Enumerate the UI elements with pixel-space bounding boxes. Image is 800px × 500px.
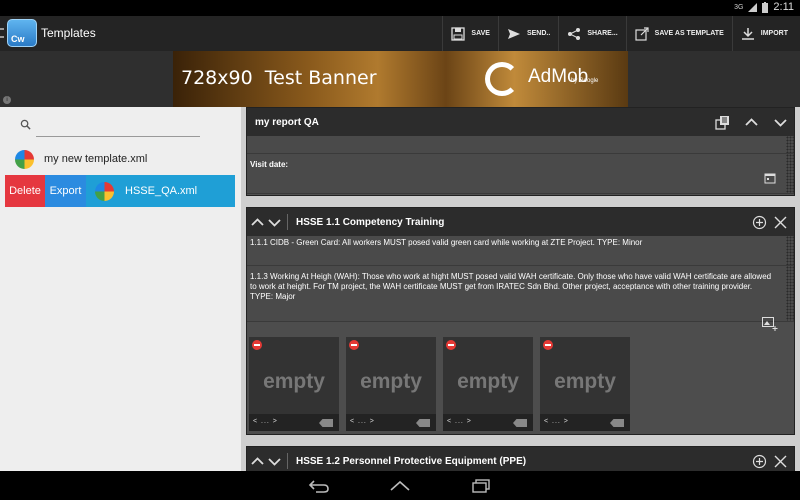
backspace-icon[interactable] xyxy=(416,419,430,427)
photo-placeholder: empty xyxy=(360,370,422,393)
photo-placeholder: empty xyxy=(554,370,616,393)
photo-nav[interactable]: < ... > xyxy=(544,418,569,425)
system-nav-bar xyxy=(0,471,800,500)
remove-photo-icon[interactable] xyxy=(543,340,553,350)
delete-button[interactable]: Delete xyxy=(5,175,45,207)
recent-apps-icon[interactable] xyxy=(470,478,492,494)
photo-caption: < ... > xyxy=(540,414,630,431)
add-circle-icon[interactable] xyxy=(752,454,767,469)
battery-icon xyxy=(762,1,769,13)
admob-logo-icon xyxy=(485,62,519,96)
section-title: HSSE 1.2 Personnel Protective Equipment … xyxy=(296,455,527,467)
section-title: HSSE 1.1 Competency Training xyxy=(296,216,445,228)
ad-area: 728x90 Test Banner AdMob by Google xyxy=(0,51,800,107)
section-card: HSSE 1.2 Personnel Protective Equipment … xyxy=(246,446,795,471)
import-button[interactable]: IMPORT xyxy=(731,16,796,51)
photo-nav[interactable]: < ... > xyxy=(447,418,472,425)
export-button[interactable]: Export xyxy=(45,175,86,207)
photo-strip: empty < ... > empty < ... > empty < ... … xyxy=(249,337,630,431)
list-item[interactable]: my new template.xml xyxy=(0,143,241,175)
drawer-indicator[interactable] xyxy=(0,28,4,38)
photo-nav[interactable]: < ... > xyxy=(253,418,278,425)
chevron-down-icon[interactable] xyxy=(268,455,281,468)
admob-brand-sub: by Google xyxy=(571,78,599,84)
chevron-up-icon[interactable] xyxy=(251,216,264,229)
export-icon xyxy=(635,26,649,41)
remove-photo-icon[interactable] xyxy=(446,340,456,350)
calendar-icon[interactable] xyxy=(764,172,776,184)
template-list-pane: my new template.xml Delete Export HSSE_Q… xyxy=(0,107,241,471)
photo-slot[interactable]: empty < ... > xyxy=(249,337,339,431)
report-editor-pane: my report QA Visit date: HSSE 1.1 Compet… xyxy=(241,107,800,471)
clock: 2:11 xyxy=(773,1,794,13)
file-name: my new template.xml xyxy=(44,153,148,165)
chevron-up-icon[interactable] xyxy=(744,115,759,130)
checklist-item[interactable]: 1.1.1 CIDB - Green Card: All workers MUS… xyxy=(247,236,794,266)
backspace-icon[interactable] xyxy=(610,419,624,427)
template-icon xyxy=(95,181,114,201)
photo-caption: < ... > xyxy=(443,414,533,431)
item-text: 1.1.1 CIDB - Green Card: All workers MUS… xyxy=(250,238,643,247)
photo-caption: < ... > xyxy=(346,414,436,431)
chevron-down-icon[interactable] xyxy=(773,115,788,130)
close-icon[interactable] xyxy=(773,454,788,469)
visit-date-label: Visit date: xyxy=(250,160,289,169)
report-title: my report QA xyxy=(255,116,319,128)
app-icon[interactable]: Cw xyxy=(7,19,37,47)
ad-info-icon[interactable]: i xyxy=(3,96,11,104)
search-input[interactable] xyxy=(36,117,200,137)
banner-text: 728x90 Test Banner xyxy=(181,67,377,89)
photo-placeholder: empty xyxy=(263,370,325,393)
photo-slot[interactable]: empty < ... > xyxy=(443,337,533,431)
report-header: my report QA xyxy=(247,108,794,136)
remove-photo-icon[interactable] xyxy=(252,340,262,350)
chevron-up-icon[interactable] xyxy=(251,455,264,468)
ad-banner[interactable]: 728x90 Test Banner AdMob by Google xyxy=(173,51,628,107)
list-item-swiped: Delete Export HSSE_QA.xml xyxy=(0,175,241,207)
template-icon xyxy=(15,149,34,169)
photo-placeholder: empty xyxy=(457,370,519,393)
section-header: HSSE 1.2 Personnel Protective Equipment … xyxy=(247,447,794,471)
admob-brand: AdMob xyxy=(528,66,589,87)
checklist-item[interactable]: 1.1.3 Working At Heigh (WAH): Those who … xyxy=(247,266,794,322)
status-bar: 3G 2:11 xyxy=(0,0,800,16)
add-image-icon[interactable] xyxy=(762,317,778,331)
action-buttons: SAVE SEND.. SHARE... SAVE AS TEMPLATE IM… xyxy=(442,16,796,51)
add-circle-icon[interactable] xyxy=(752,215,767,230)
action-bar: Cw Templates SAVE SEND.. SHARE... SAVE A… xyxy=(0,16,800,51)
send-icon xyxy=(507,28,520,39)
photo-nav[interactable]: < ... > xyxy=(350,418,375,425)
list-item[interactable]: HSSE_QA.xml xyxy=(86,175,235,207)
photo-slot[interactable]: empty < ... > xyxy=(346,337,436,431)
download-icon xyxy=(741,27,754,40)
backspace-icon[interactable] xyxy=(319,419,333,427)
photo-slot[interactable]: empty < ... > xyxy=(540,337,630,431)
share-icon xyxy=(568,27,581,40)
file-name: HSSE_QA.xml xyxy=(125,185,198,197)
backspace-icon[interactable] xyxy=(513,419,527,427)
photo-caption: < ... > xyxy=(249,414,339,431)
chevron-down-icon[interactable] xyxy=(268,216,281,229)
network-type: 3G xyxy=(734,3,744,11)
report-field[interactable] xyxy=(247,136,794,154)
signal-icon xyxy=(748,2,758,12)
home-icon[interactable] xyxy=(389,478,411,494)
status-indicators: 3G 2:11 xyxy=(734,1,794,13)
floppy-icon xyxy=(451,26,466,41)
section-header: HSSE 1.1 Competency Training xyxy=(247,208,794,236)
send-button[interactable]: SEND.. xyxy=(497,16,558,51)
section-card: HSSE 1.1 Competency Training 1.1.1 CIDB … xyxy=(246,207,795,435)
copy-icon[interactable] xyxy=(715,115,730,130)
visit-date-field[interactable]: Visit date: xyxy=(247,154,794,194)
page-title: Templates xyxy=(41,26,96,40)
save-button[interactable]: SAVE xyxy=(442,16,498,51)
item-text: 1.1.3 Working At Heigh (WAH): Those who … xyxy=(250,272,772,301)
remove-photo-icon[interactable] xyxy=(349,340,359,350)
back-icon[interactable] xyxy=(308,478,330,494)
close-icon[interactable] xyxy=(773,215,788,230)
search-icon xyxy=(20,119,31,130)
report-card: my report QA Visit date: xyxy=(246,107,795,196)
save-as-template-button[interactable]: SAVE AS TEMPLATE xyxy=(625,16,732,51)
share-button[interactable]: SHARE... xyxy=(558,16,625,51)
